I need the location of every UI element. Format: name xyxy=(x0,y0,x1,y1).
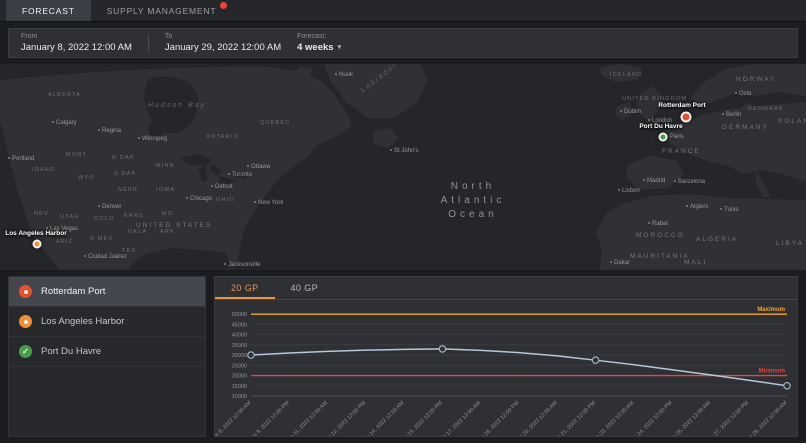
port-name: Rotterdam Port xyxy=(41,286,106,297)
svg-text:Jan 17, 2022 12:00 AM: Jan 17, 2022 12:00 AM xyxy=(438,400,483,436)
svg-text:Jan 27, 2022 12:00 PM: Jan 27, 2022 12:00 PM xyxy=(706,400,751,436)
svg-text:20000: 20000 xyxy=(232,374,247,380)
map-marker-los-angeles-harbor[interactable] xyxy=(32,239,42,249)
forecast-label: Forecast: xyxy=(297,33,327,40)
port-list-panel: Rotterdam Port Los Angeles Harbor ✓ Port… xyxy=(8,276,206,437)
from-date-group: From January 8, 2022 12:00 AM xyxy=(21,32,132,54)
svg-text:Jan 9, 2022 12:00 PM: Jan 9, 2022 12:00 PM xyxy=(248,400,291,436)
svg-text:10000: 10000 xyxy=(232,394,247,400)
data-point xyxy=(247,351,255,359)
forecast-chart-panel: 20 GP 40 GP 10000 15000 20000 25000 30000 350… xyxy=(214,276,798,437)
svg-text:Jan 18, 2022 12:00 PM: Jan 18, 2022 12:00 PM xyxy=(476,400,521,436)
port-list-item-rotterdam-port[interactable]: Rotterdam Port xyxy=(9,277,205,307)
svg-text:Jan 12, 2022 12:00 PM: Jan 12, 2022 12:00 PM xyxy=(323,400,368,436)
from-date-value[interactable]: January 8, 2022 12:00 AM xyxy=(21,42,132,54)
tab-supply-management-label: SUPPLY MANAGEMENT xyxy=(106,5,217,16)
port-status-icon xyxy=(19,315,32,328)
port-status-icon: ✓ xyxy=(19,345,32,358)
svg-text:Jan 21, 2022 12:00 PM: Jan 21, 2022 12:00 PM xyxy=(553,400,598,436)
forecast-range-value: 4 weeks xyxy=(297,42,334,53)
to-date-group: To January 29, 2022 12:00 AM xyxy=(165,32,281,54)
svg-text:35000: 35000 xyxy=(232,343,247,349)
chevron-down-icon: ▾ xyxy=(337,44,342,51)
data-point xyxy=(591,356,600,364)
svg-text:30000: 30000 xyxy=(232,353,247,359)
data-point xyxy=(438,345,447,353)
to-label: To xyxy=(164,33,173,40)
filter-divider xyxy=(147,34,149,52)
y-grid: 10000 15000 20000 25000 30000 35000 40000 45000… xyxy=(232,312,787,400)
svg-text:Jan 15, 2022 12:00 PM: Jan 15, 2022 12:00 PM xyxy=(399,400,444,436)
notification-badge-icon xyxy=(220,2,228,9)
filter-section: From January 8, 2022 12:00 AM To January… xyxy=(0,22,806,64)
svg-text:Jan 11, 2022 12:00 AM: Jan 11, 2022 12:00 AM xyxy=(285,400,329,436)
map-marker-port-du-havre[interactable] xyxy=(658,132,668,142)
tab-forecast-label: FORECAST xyxy=(22,5,75,16)
svg-text:Jan 20, 2022 12:00 AM: Jan 20, 2022 12:00 AM xyxy=(514,400,559,436)
port-name: Los Angeles Harbor xyxy=(41,316,125,327)
svg-text:40000: 40000 xyxy=(232,333,247,339)
ref-line-label: Minimum xyxy=(759,369,785,375)
x-axis-labels: Jan 8, 2022 12:00 AMJan 9, 2022 12:00 PM… xyxy=(215,400,789,436)
tab-20gp[interactable]: 20 GP xyxy=(215,277,275,299)
data-point xyxy=(783,381,791,390)
svg-text:Jan 26, 2022 12:00 AM: Jan 26, 2022 12:00 AM xyxy=(668,400,713,436)
tab-forecast[interactable]: FORECAST xyxy=(6,0,91,21)
svg-text:45000: 45000 xyxy=(232,322,247,328)
port-list-item-los-angeles-harbor[interactable]: Los Angeles Harbor xyxy=(9,307,205,337)
filter-bar: From January 8, 2022 12:00 AM To January… xyxy=(8,28,798,58)
top-tab-bar: FORECAST SUPPLY MANAGEMENT xyxy=(0,0,806,22)
tab-40gp[interactable]: 40 GP xyxy=(275,277,335,299)
svg-text:15000: 15000 xyxy=(232,384,247,390)
map-marker-rotterdam-port[interactable] xyxy=(680,111,692,123)
container-type-tabs: 20 GP 40 GP xyxy=(215,277,797,300)
map[interactable]: North Atlantic Ocean Nuuk Calgary Regina Wi… xyxy=(0,64,806,270)
svg-text:Jan 14, 2022 12:00 AM: Jan 14, 2022 12:00 AM xyxy=(361,400,406,436)
svg-text:Jan 23, 2022 12:00 AM: Jan 23, 2022 12:00 AM xyxy=(591,400,636,436)
svg-text:Jan 24, 2022 12:00 PM: Jan 24, 2022 12:00 PM xyxy=(629,400,674,436)
tab-supply-management[interactable]: SUPPLY MANAGEMENT xyxy=(91,0,233,21)
port-list-item-port-du-havre[interactable]: ✓ Port Du Havre xyxy=(9,337,205,367)
svg-text:Jan 29, 2022 12:00 AM: Jan 29, 2022 12:00 AM xyxy=(744,400,789,436)
forecast-range-group: Forecast: 4 weeks ▾ xyxy=(297,32,341,54)
bottom-section: Rotterdam Port Los Angeles Harbor ✓ Port… xyxy=(0,270,806,443)
svg-text:25000: 25000 xyxy=(232,363,247,369)
svg-text:Jan 8, 2022 12:00 AM: Jan 8, 2022 12:00 AM xyxy=(215,400,253,436)
port-name: Port Du Havre xyxy=(41,346,102,357)
map-landmass xyxy=(0,64,806,270)
forecast-line-chart: 10000 15000 20000 25000 30000 35000 40000 45000… xyxy=(215,307,791,436)
ref-line-label: Maximum xyxy=(757,307,785,313)
to-date-value[interactable]: January 29, 2022 12:00 AM xyxy=(165,42,281,54)
app: FORECAST SUPPLY MANAGEMENT From January … xyxy=(0,0,806,443)
series-20-gp xyxy=(250,348,788,387)
from-label: From xyxy=(21,33,38,40)
port-status-icon xyxy=(19,285,32,298)
svg-text:50000: 50000 xyxy=(232,312,247,318)
chart-area: 10000 15000 20000 25000 30000 35000 40000 45000… xyxy=(215,300,797,436)
forecast-range-dropdown[interactable]: 4 weeks ▾ xyxy=(297,42,341,54)
